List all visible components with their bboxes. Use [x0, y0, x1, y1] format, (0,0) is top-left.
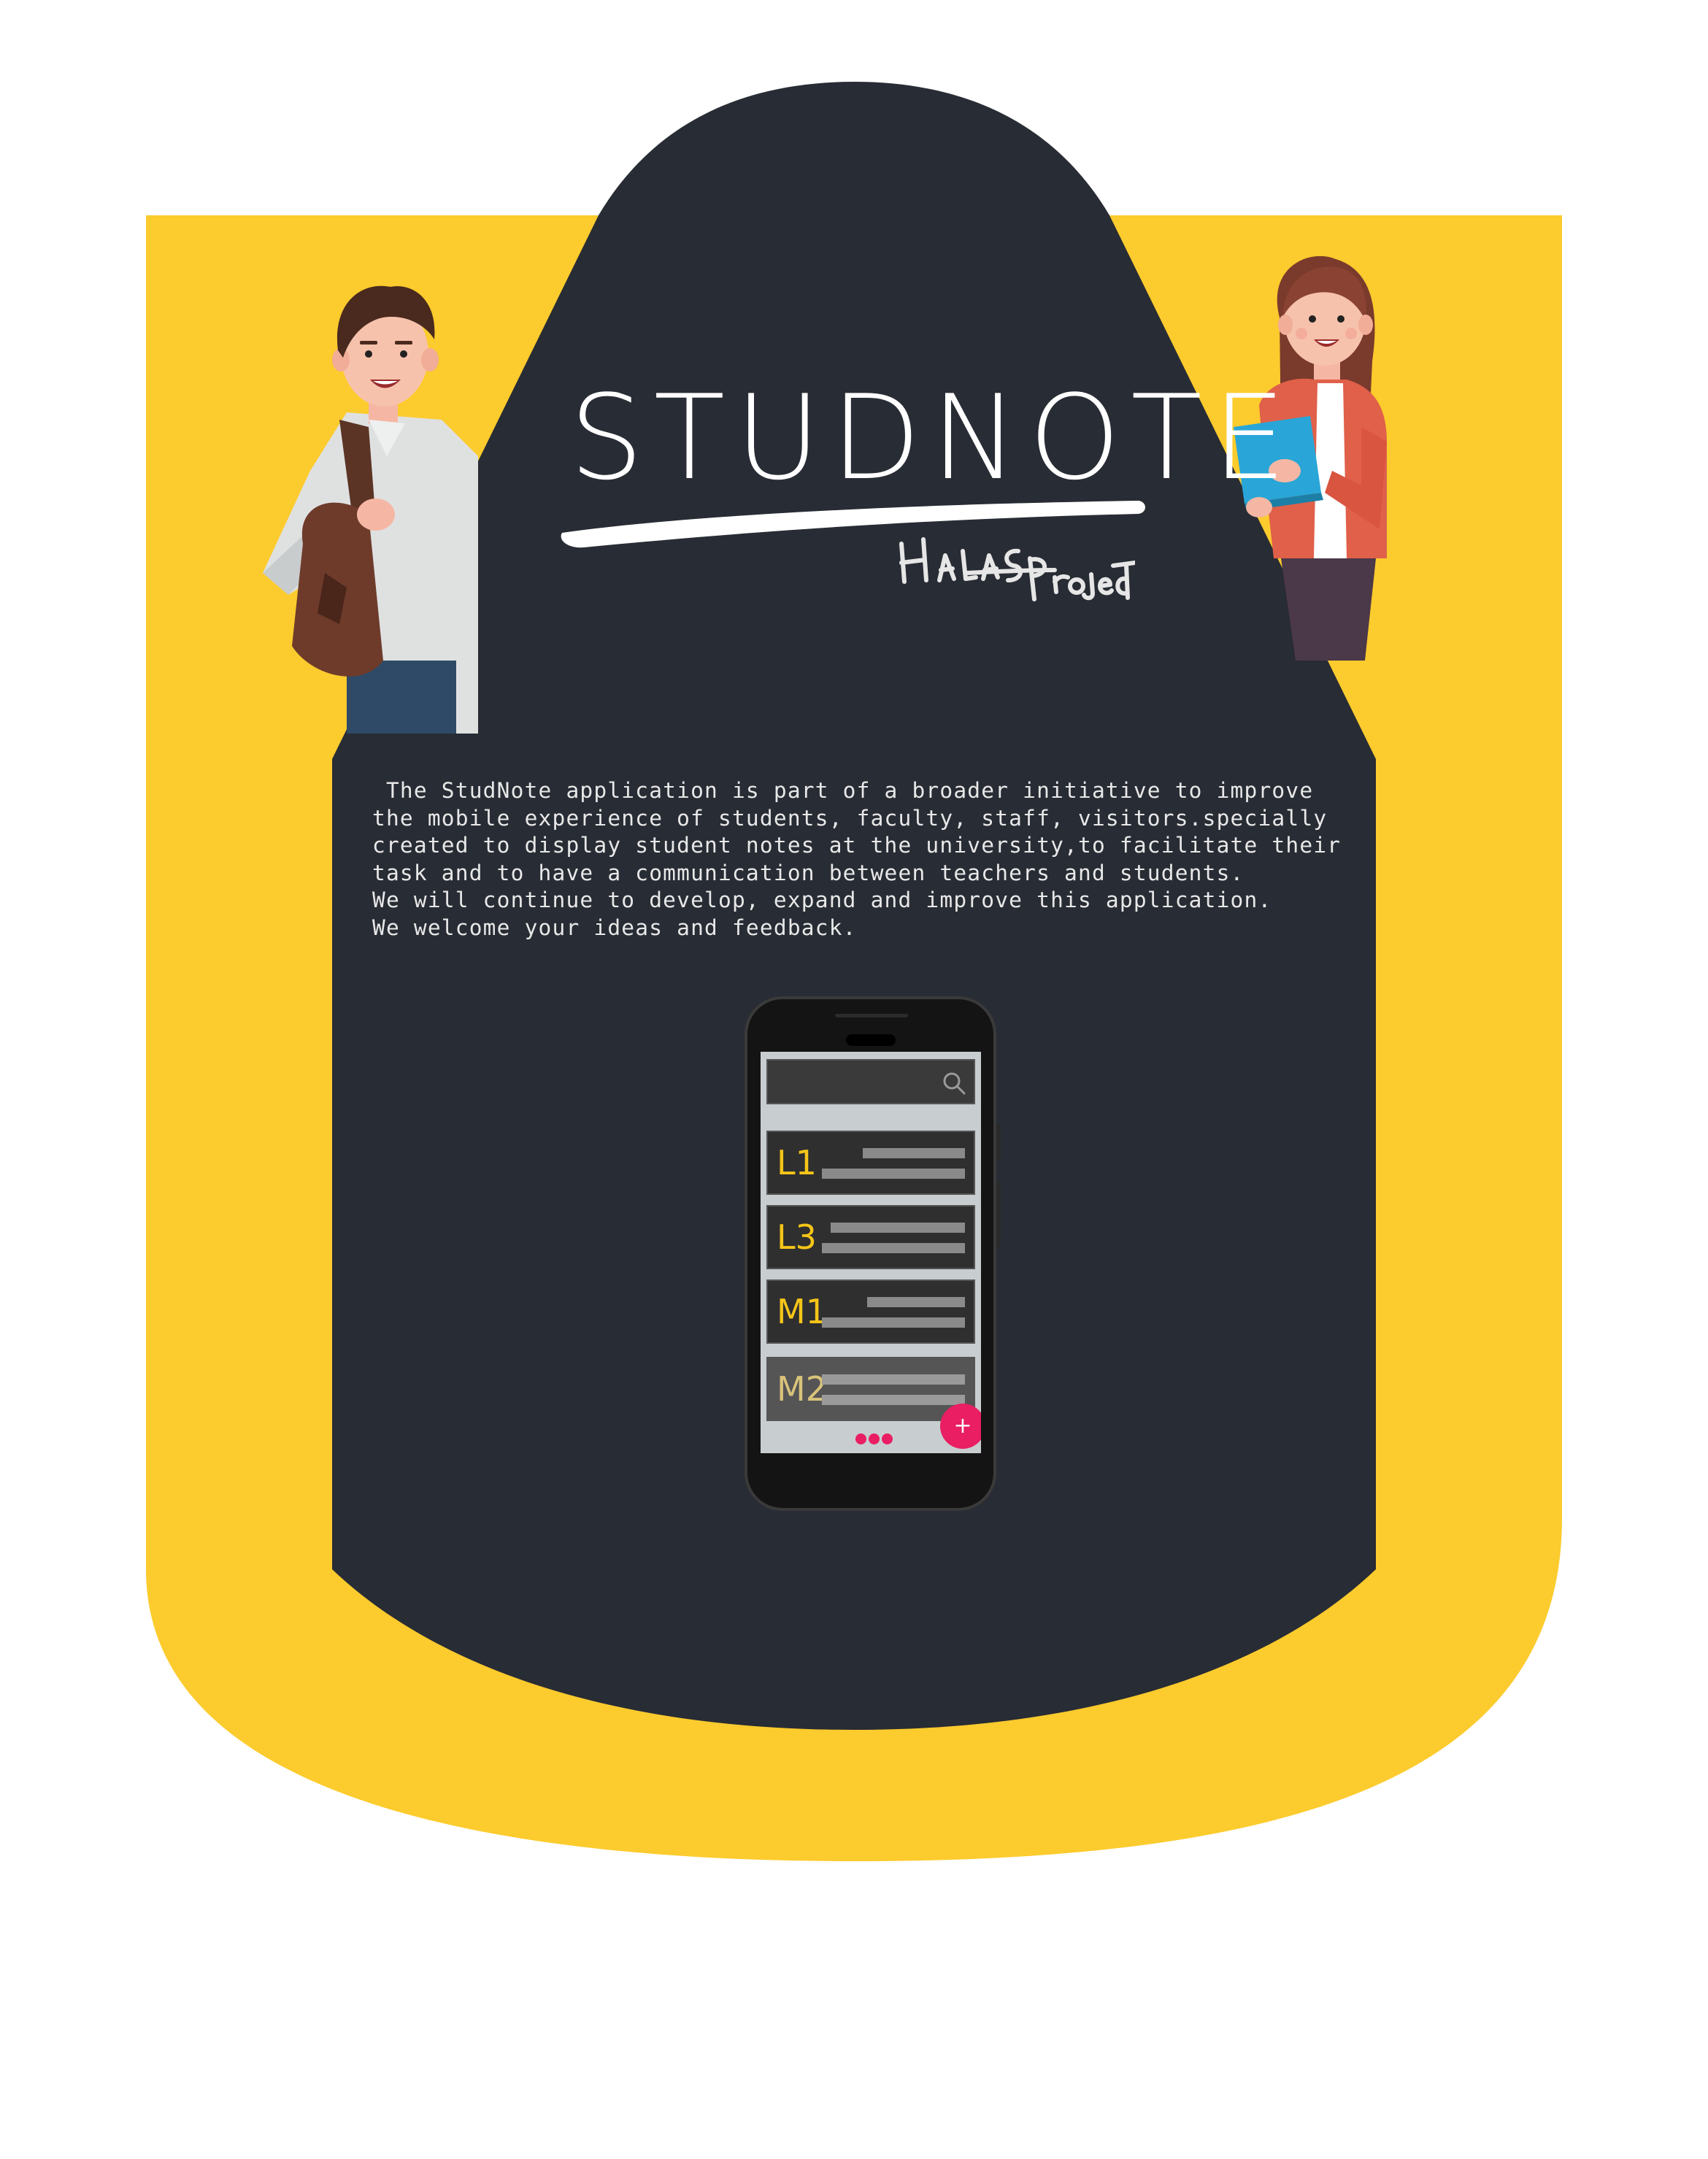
placeholder-line [822, 1243, 965, 1253]
placeholder-line [822, 1395, 965, 1405]
placeholder-line [822, 1374, 965, 1385]
placeholder-line [822, 1317, 965, 1328]
phone-screen: L1 L3 M1 M2 + [761, 1052, 981, 1453]
list-item-label: M1 [777, 1292, 827, 1331]
list-item[interactable]: M2 [766, 1357, 975, 1421]
description-line: created to display student notes at the … [372, 833, 1342, 858]
search-bar[interactable] [766, 1059, 975, 1104]
description-line: We will continue to develop, expand and … [372, 888, 1272, 913]
phone-speaker [835, 1014, 908, 1017]
placeholder-line [867, 1297, 965, 1307]
student-boy-illustration [263, 285, 478, 734]
list-item[interactable]: L3 [766, 1205, 975, 1269]
halas-project-signature [899, 537, 1135, 601]
description-line: The StudNote application is part of a br… [372, 778, 1314, 803]
list-item-label: L1 [777, 1143, 817, 1182]
phone-side-button [996, 1123, 1001, 1160]
phone-mockup: L1 L3 M1 M2 + [745, 996, 1001, 1511]
app-description: The StudNote application is part of a br… [372, 777, 1350, 942]
app-title: STUDNOTE [569, 369, 1297, 506]
phone-side-button [996, 1182, 1001, 1247]
placeholder-line [831, 1223, 965, 1233]
placeholder-line [863, 1148, 965, 1158]
list-item-label: L3 [777, 1217, 817, 1257]
description-line: task and to have a communication between… [372, 860, 1245, 885]
list-item[interactable]: M1 [766, 1279, 975, 1344]
list-item-label: M2 [777, 1369, 827, 1409]
description-line: the mobile experience of students, facul… [372, 805, 1328, 831]
more-dots-icon[interactable] [855, 1433, 899, 1448]
phone-earpiece [846, 1034, 896, 1046]
add-note-button[interactable]: + [940, 1404, 981, 1449]
search-icon[interactable] [942, 1071, 966, 1096]
description-line: We welcome your ideas and feedback. [372, 915, 857, 940]
list-item[interactable]: L1 [766, 1131, 975, 1195]
placeholder-line [822, 1169, 965, 1179]
